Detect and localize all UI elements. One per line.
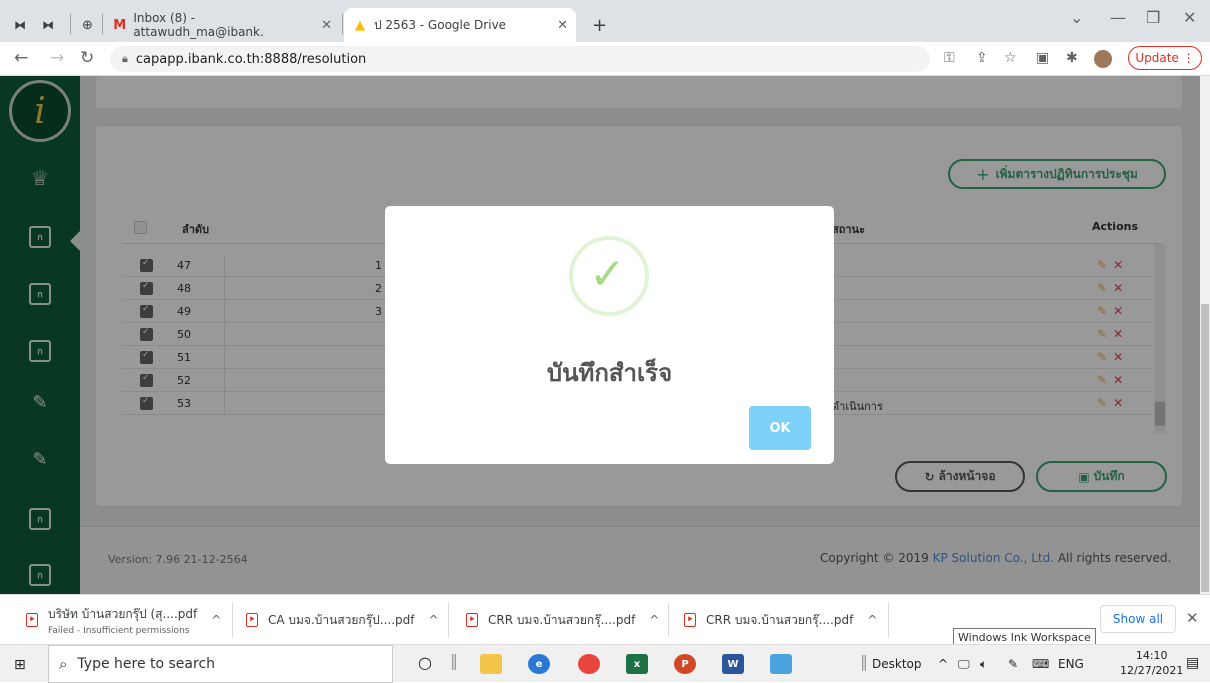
keyboard-icon[interactable]: ⌨: [1032, 657, 1049, 671]
download-name: CA บมจ.บ้านสวยกรุ๊ป....pdf: [268, 612, 415, 627]
download-separator: [668, 603, 669, 637]
chrome-icon[interactable]: [578, 654, 600, 674]
bookmark-star-icon[interactable]: ☆: [1004, 50, 1017, 66]
share-icon[interactable]: ⇪: [976, 50, 988, 66]
windows-taskbar: ⊞ ⌕ Type here to search ○ ‖ e x P W ‖ De…: [0, 644, 1210, 683]
download-separator: [448, 603, 449, 637]
notification-icon[interactable]: ▤: [1186, 655, 1199, 671]
download-separator: [232, 603, 233, 637]
close-icon[interactable]: ✕: [1186, 609, 1199, 627]
tab-separator: [102, 14, 103, 34]
download-item-1[interactable]: ⯈ บริษัท บ้านสวยกรุ๊ป (สุ....pdf Failed -…: [26, 595, 221, 645]
chevron-up-icon[interactable]: ^: [428, 613, 438, 627]
show-all-button[interactable]: Show all: [1100, 605, 1176, 633]
tab-search-icon[interactable]: ⌄: [1070, 8, 1083, 27]
download-info: บริษัท บ้านสวยกรุ๊ป (สุ....pdf Failed - I…: [48, 605, 197, 636]
tab-separator: [342, 14, 343, 34]
browser-tab-bar: ⧓ ⧓ ⊕ M Inbox (8) - attawudh_ma@ibank. ✕…: [0, 0, 1210, 42]
pinned-tab-3[interactable]: ⊕: [74, 8, 100, 42]
download-status: Failed - Insufficient permissions: [48, 625, 190, 636]
forward-icon[interactable]: →: [50, 48, 64, 68]
search-icon: ⌕: [59, 655, 68, 673]
tab-google-drive[interactable]: ▲ ป 2563 - Google Drive ✕: [344, 8, 576, 42]
internet-explorer-icon[interactable]: e: [528, 654, 550, 674]
taskbar-search[interactable]: ⌕ Type here to search: [48, 645, 393, 683]
pdf-icon: ⯈: [246, 613, 258, 627]
clock-date: 12/27/2021: [1120, 664, 1184, 677]
maximize-button[interactable]: ❐: [1146, 8, 1160, 27]
pdf-icon: ⯈: [684, 613, 696, 627]
search-placeholder: Type here to search: [77, 656, 216, 672]
pdf-icon: ⯈: [466, 613, 478, 627]
clock-time: 14:10: [1135, 649, 1168, 662]
download-name: บริษัท บ้านสวยกรุ๊ป (สุ....pdf: [48, 606, 198, 621]
file-explorer-icon[interactable]: [480, 654, 502, 674]
success-dialog: ✓ บันทึกสำเร็จ OK: [385, 206, 834, 464]
new-tab-button[interactable]: +: [584, 8, 615, 42]
chevron-up-icon[interactable]: ^: [649, 613, 659, 627]
key-icon[interactable]: ⚿: [944, 50, 955, 66]
tab-separator: [70, 14, 71, 34]
word-icon[interactable]: W: [722, 654, 744, 674]
desktop-toolbar[interactable]: Desktop: [872, 657, 922, 671]
success-ring: ✓: [569, 236, 649, 316]
browser-toolbar: ← → ↻ 🔒︎ capapp.ibank.co.th:8888/resolut…: [0, 42, 1210, 76]
lock-icon: 🔒︎: [122, 52, 128, 65]
check-icon: ✓: [589, 249, 626, 300]
close-icon[interactable]: ✕: [321, 18, 332, 33]
windows-start-icon[interactable]: ⊞: [14, 657, 26, 673]
taskbar-separator: ‖: [860, 652, 868, 671]
app-icon[interactable]: [770, 654, 792, 674]
ok-button[interactable]: OK: [749, 406, 811, 450]
address-bar[interactable]: 🔒︎ capapp.ibank.co.th:8888/resolution: [110, 46, 930, 72]
globe-icon: ⊕: [82, 17, 93, 33]
download-item-3[interactable]: ⯈ CRR บมจ.บ้านสวยกรุ๊....pdf ^: [466, 595, 659, 645]
avatar[interactable]: [1094, 50, 1112, 68]
download-item-2[interactable]: ⯈ CA บมจ.บ้านสวยกรุ๊ป....pdf ^: [246, 595, 439, 645]
language-indicator[interactable]: ENG: [1058, 657, 1084, 671]
update-button[interactable]: Update ⋮: [1128, 46, 1202, 70]
gmail-icon: M: [113, 17, 127, 33]
pdf-icon: ⯈: [26, 613, 38, 627]
back-icon[interactable]: ←: [14, 48, 28, 68]
cortana-icon[interactable]: ○: [418, 653, 432, 672]
page-scroll-thumb[interactable]: [1201, 304, 1209, 592]
pinned-tab-2[interactable]: ⧓: [34, 8, 68, 42]
tab-label: ป 2563 - Google Drive: [374, 17, 507, 32]
chevron-up-icon[interactable]: ^: [211, 613, 221, 627]
download-item-4[interactable]: ⯈ CRR บมจ.บ้านสวยกรุ๊....pdf ^: [684, 595, 877, 645]
taskbar-clock[interactable]: 14:10 12/27/2021: [1120, 648, 1183, 678]
extension-icon[interactable]: ▣: [1036, 50, 1049, 66]
powerpoint-icon[interactable]: P: [674, 654, 696, 674]
pen-icon[interactable]: ✎: [1008, 657, 1018, 671]
minimize-button[interactable]: —: [1110, 8, 1126, 27]
close-window-button[interactable]: ✕: [1183, 8, 1196, 27]
web-page: i ♕ ก ก ก ✎ ✎ ก ก + เพิ่มตารางปฏิทินการป…: [0, 76, 1200, 594]
download-name: CRR บมจ.บ้านสวยกรุ๊....pdf: [706, 612, 854, 627]
success-message: บันทึกสำเร็จ: [546, 359, 673, 387]
puzzle-icon[interactable]: ✱: [1066, 50, 1078, 66]
show-hidden-icons[interactable]: ^: [938, 657, 948, 671]
download-name: CRR บมจ.บ้านสวยกรุ๊....pdf: [488, 612, 636, 627]
download-separator: [888, 603, 889, 637]
excel-icon[interactable]: x: [626, 654, 648, 674]
tab-label: Inbox (8) - attawudh_ma@ibank.: [133, 11, 264, 39]
page-scrollbar[interactable]: [1200, 76, 1210, 594]
tab-gmail[interactable]: M Inbox (8) - attawudh_ma@ibank. ✕: [104, 8, 340, 42]
task-view-icon[interactable]: ‖: [450, 651, 458, 670]
close-icon[interactable]: ✕: [557, 18, 568, 33]
update-label: Update: [1135, 51, 1179, 65]
volume-icon[interactable]: 🔈︎: [980, 657, 987, 672]
reload-icon[interactable]: ↻: [80, 48, 94, 68]
google-drive-icon: ▲: [355, 17, 365, 33]
network-icon[interactable]: 🖵︎: [958, 657, 970, 672]
chevron-up-icon[interactable]: ^: [867, 613, 877, 627]
url-text: capapp.ibank.co.th:8888/resolution: [135, 51, 367, 67]
